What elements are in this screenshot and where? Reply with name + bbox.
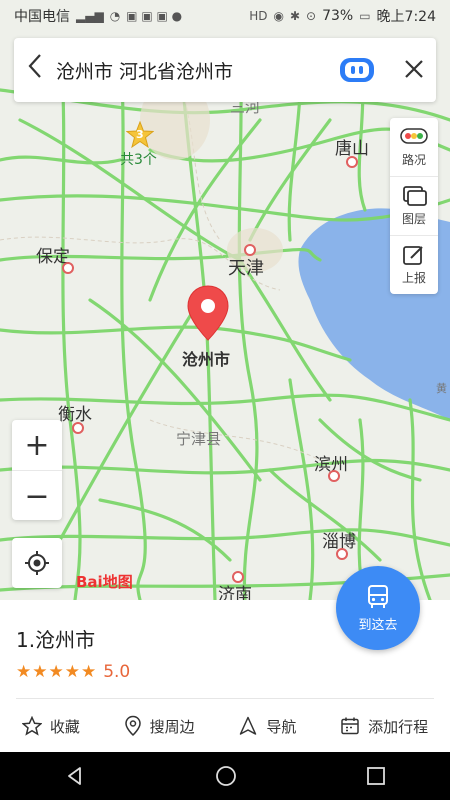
hd-icon: HD [249, 9, 268, 23]
traffic-label: 路况 [401, 153, 426, 167]
city-dot-hengshui [72, 422, 84, 434]
carrier-label: 中国电信 [14, 9, 70, 25]
cluster-label: 共3个 [120, 152, 157, 168]
location-pin-icon [124, 715, 141, 737]
navigation-icon [240, 716, 257, 735]
star-badge-icon: 3 [126, 121, 154, 149]
zoom-out-button[interactable]: − [12, 471, 62, 521]
back-triangle-icon[interactable] [64, 765, 86, 787]
baidu-logo-text: Bai地图 [76, 573, 133, 591]
zoom-controls: + − [12, 420, 62, 520]
map-label-huang: 黄 [436, 382, 447, 395]
notification-icons: ▣ ▣ ▣ ● [126, 9, 183, 23]
map-label-cangzhou: 沧州市 [182, 350, 231, 369]
layers-button[interactable]: 图层 [390, 177, 438, 236]
add-itinerary-label: 添加行程 [368, 717, 429, 736]
close-icon[interactable] [392, 55, 436, 86]
map-label-tianjin: 天津 [228, 258, 264, 279]
my-location-button[interactable] [12, 538, 62, 588]
map-label-hengshui: 衡水 [58, 405, 92, 425]
city-dot-binzhou [328, 470, 340, 482]
search-nearby-label: 搜周边 [149, 717, 195, 736]
bluetooth-icon: ✱ [289, 9, 301, 23]
poi-cluster-marker[interactable]: 3 共3个 [120, 121, 157, 169]
city-dot-baoding [62, 262, 74, 274]
cluster-count: 3 [136, 128, 144, 141]
star-outline-icon [21, 716, 42, 736]
location-icon: ⊙ [306, 9, 317, 23]
city-dot-tangshan [346, 156, 358, 168]
calendar-icon [341, 717, 359, 735]
signal-icon: ▂▄▆ [76, 9, 104, 23]
map-tools-panel: 路况 图层 上报 [390, 118, 438, 294]
battery-icon: ▭ [359, 9, 371, 23]
go-here-label: 到这去 [358, 617, 398, 633]
search-query[interactable]: 沧州市 河北省沧州市 [56, 57, 340, 84]
rating-stars: ★★★★★ [16, 662, 98, 682]
city-dot-zibo [336, 548, 348, 560]
baidu-map-logo: Bai地图 [76, 571, 133, 592]
map-label-ningjin: 宁津县 [176, 430, 222, 448]
zoom-in-button[interactable]: + [12, 420, 62, 471]
wifi-icon: ◔ [109, 9, 121, 23]
navigate-button[interactable]: 导航 [238, 716, 296, 737]
rating: ★★★★★ 5.0 [16, 662, 130, 682]
system-nav-bar [0, 752, 450, 800]
add-itinerary-button[interactable]: 添加行程 [340, 716, 428, 737]
go-here-button[interactable]: 到这去 [336, 566, 420, 650]
eye-icon: ◉ [273, 9, 284, 23]
battery-percent: 73% [322, 8, 354, 24]
rating-score: 5.0 [103, 662, 131, 682]
search-bar: 沧州市 河北省沧州市 [14, 38, 436, 102]
chevron-left-icon[interactable] [14, 38, 56, 102]
traffic-icon [400, 126, 428, 148]
crosshair-icon [25, 551, 49, 575]
robot-icon[interactable] [340, 58, 374, 82]
divider [16, 698, 434, 699]
favorite-button[interactable]: 收藏 [21, 716, 80, 737]
report-label: 上报 [401, 271, 426, 285]
navigate-label: 导航 [266, 717, 297, 736]
report-icon [402, 244, 426, 266]
recents-square-icon[interactable] [366, 766, 386, 786]
search-nearby-button[interactable]: 搜周边 [124, 715, 195, 737]
bus-icon [368, 584, 388, 608]
layers-icon [401, 185, 427, 207]
traffic-button[interactable]: 路况 [390, 118, 438, 177]
place-title: 1.沧州市 [16, 628, 96, 652]
status-bar: 中国电信 ▂▄▆ ◔ ▣ ▣ ▣ ● HD ◉ ✱ ⊙ 73% ▭ 晚上7:24 [0, 0, 450, 32]
report-button[interactable]: 上报 [390, 236, 438, 294]
clock: 晚上7:24 [376, 9, 436, 25]
layers-label: 图层 [401, 212, 426, 226]
action-bar: 收藏 搜周边 导航 添加行程 [0, 704, 450, 748]
home-circle-icon[interactable] [214, 764, 238, 788]
map-label-jinan: 济南 [218, 585, 252, 600]
favorite-label: 收藏 [49, 717, 80, 736]
